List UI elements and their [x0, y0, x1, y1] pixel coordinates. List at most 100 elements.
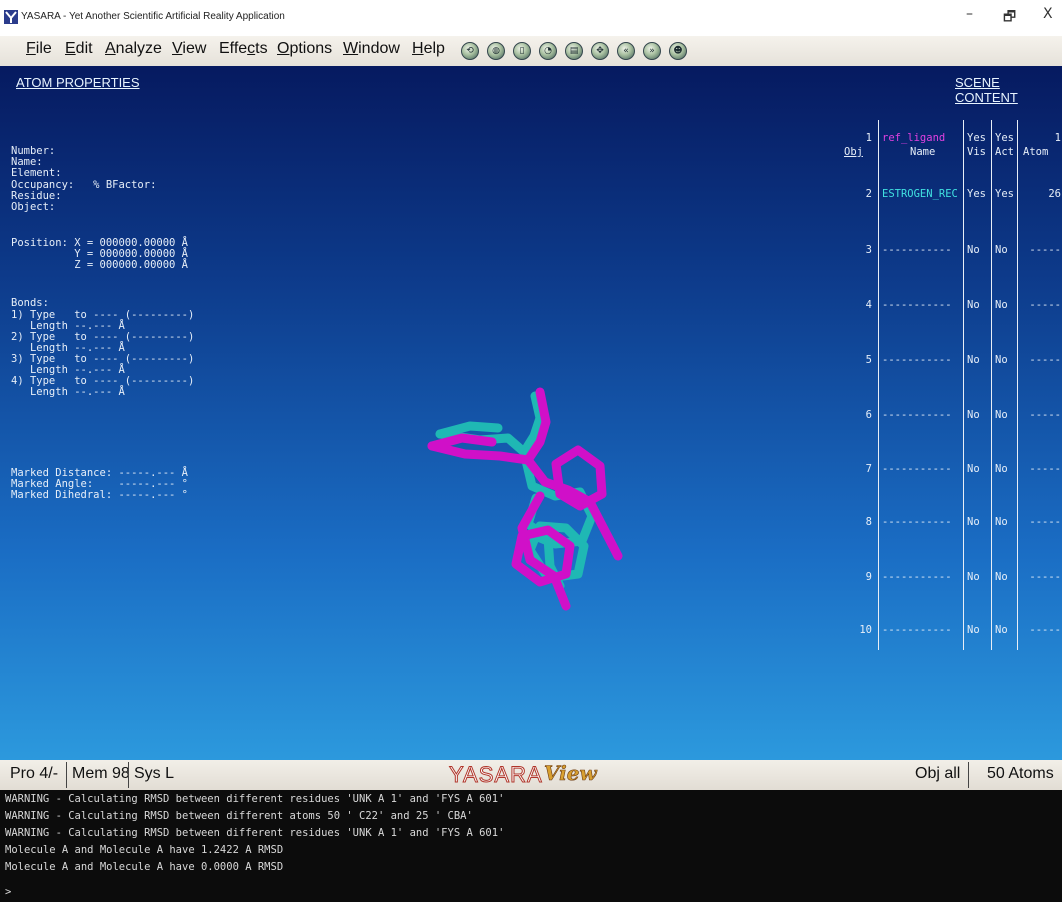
user-icon[interactable]: ☻: [669, 42, 687, 60]
menu-bar: File Edit Analyze View Effects Options W…: [0, 36, 1062, 66]
table-row[interactable]: 3 ----------- No No -----: [838, 244, 1062, 258]
menu-effects[interactable]: Effects: [219, 40, 268, 58]
row-name: -----------: [882, 571, 952, 583]
row-act[interactable]: No: [995, 624, 1008, 636]
row-obj: 3: [865, 244, 872, 256]
bonds-label: Bonds:: [11, 297, 49, 309]
row-act[interactable]: No: [995, 463, 1008, 475]
maximize-button[interactable]: 🗗: [1003, 6, 1016, 30]
row-vis[interactable]: No: [967, 299, 980, 311]
atom-properties-header[interactable]: ATOM PROPERTIES: [16, 75, 140, 90]
col-vis: Vis: [967, 146, 986, 158]
menu-options[interactable]: Options: [277, 40, 332, 58]
col-obj: Obj: [844, 146, 863, 158]
row-vis[interactable]: No: [967, 463, 980, 475]
title-bar: YASARA - Yet Another Scientific Artifici…: [0, 0, 1062, 36]
forward-icon[interactable]: »: [643, 42, 661, 60]
page-icon[interactable]: ▯: [513, 42, 531, 60]
minimize-button[interactable]: –: [966, 6, 973, 22]
bond-4-length: Length --.--- Å: [11, 386, 125, 398]
window-title: YASARA - Yet Another Scientific Artifici…: [21, 11, 285, 22]
console-line: Molecule A and Molecule A have 1.2422 A …: [5, 844, 284, 856]
row-vis[interactable]: No: [967, 516, 980, 528]
row-name: -----------: [882, 244, 952, 256]
row-act[interactable]: No: [995, 571, 1008, 583]
scene-content-header[interactable]: SCENE CONTENT: [955, 75, 1062, 105]
table-row[interactable]: 5 ----------- No No -----: [838, 354, 1062, 368]
row-atom: -----: [1029, 409, 1061, 421]
globe-icon[interactable]: ◍: [487, 42, 505, 60]
console-output[interactable]: WARNING - Calculating RMSD between diffe…: [0, 790, 1062, 902]
menu-edit[interactable]: Edit: [65, 40, 93, 58]
console-prompt[interactable]: >: [5, 886, 11, 898]
row-vis[interactable]: Yes: [967, 188, 986, 200]
reset-icon[interactable]: ⟲: [461, 42, 479, 60]
row-vis[interactable]: Yes: [967, 132, 986, 144]
row-atom: -----: [1029, 624, 1061, 636]
position-z: Z = 000000.00000 Å: [11, 259, 189, 271]
table-row[interactable]: 7 ----------- No No -----: [838, 463, 1062, 477]
row-name: -----------: [882, 409, 952, 421]
table-row[interactable]: 10 ----------- No No -----: [838, 624, 1062, 638]
table-row[interactable]: 6 ----------- No No -----: [838, 409, 1062, 423]
row-name: -----------: [882, 624, 952, 636]
table-row[interactable]: 9 ----------- No No -----: [838, 571, 1062, 585]
row-atom: -----: [1029, 571, 1061, 583]
console-line: WARNING - Calculating RMSD between diffe…: [5, 793, 505, 805]
table-row[interactable]: 2 ESTROGEN_REC Yes Yes 26: [838, 188, 1062, 202]
row-vis[interactable]: No: [967, 409, 980, 421]
row-act[interactable]: No: [995, 354, 1008, 366]
atoms-indicator: 50 Atoms: [987, 765, 1054, 782]
row-vis[interactable]: No: [967, 624, 980, 636]
3d-viewport[interactable]: ATOM PROPERTIES SCENE CONTENT Number: Na…: [0, 66, 1062, 760]
row-obj: 7: [865, 463, 872, 475]
menu-help[interactable]: Help: [412, 40, 445, 58]
table-row[interactable]: 1 ref_ligand Yes Yes 1: [838, 132, 1062, 146]
yasara-logo: YASARA: [449, 762, 543, 788]
row-obj: 1: [865, 132, 872, 144]
row-atom: -----: [1029, 516, 1061, 528]
console-line: WARNING - Calculating RMSD between diffe…: [5, 810, 473, 822]
molecule-view[interactable]: [420, 376, 640, 616]
row-vis[interactable]: No: [967, 571, 980, 583]
row-name: -----------: [882, 516, 952, 528]
mem-indicator: Mem 98: [72, 765, 130, 782]
lock-icon[interactable]: ▤: [565, 42, 583, 60]
status-bar: Pro 4/- Mem 98 Sys L YASARA View Obj all…: [0, 760, 1062, 790]
col-act: Act: [995, 146, 1014, 158]
row-name: ESTROGEN_REC: [882, 188, 958, 200]
divider: [66, 762, 67, 788]
row-atom: -----: [1029, 299, 1061, 311]
row-obj: 6: [865, 409, 872, 421]
row-atom: -----: [1029, 463, 1061, 475]
move-icon[interactable]: ✥: [591, 42, 609, 60]
col-name: Name: [910, 146, 936, 158]
row-obj: 2: [865, 188, 872, 200]
row-act[interactable]: No: [995, 299, 1008, 311]
rewind-icon[interactable]: «: [617, 42, 635, 60]
obj-indicator: Obj all: [915, 765, 961, 782]
scene-content-table: Obj Name Vis Act Atom 1 ref_ligand Yes Yes 1…: [838, 116, 1062, 661]
row-atom: -----: [1029, 354, 1061, 366]
element-label: Element:: [11, 167, 62, 179]
menu-analyze[interactable]: Analyze: [105, 40, 162, 58]
row-vis[interactable]: No: [967, 354, 980, 366]
close-button[interactable]: X: [1043, 6, 1053, 22]
row-act[interactable]: Yes: [995, 132, 1014, 144]
row-act[interactable]: No: [995, 244, 1008, 256]
menu-view[interactable]: View: [172, 40, 206, 58]
menu-window[interactable]: Window: [343, 40, 400, 58]
sys-indicator: Sys L: [134, 765, 175, 782]
console-line: Molecule A and Molecule A have 0.0000 A …: [5, 861, 284, 873]
menu-file[interactable]: File: [26, 40, 52, 58]
table-row[interactable]: 4 ----------- No No -----: [838, 299, 1062, 313]
row-obj: 4: [865, 299, 872, 311]
marked-dihedral: Marked Dihedral: -----.--- °: [11, 489, 189, 501]
row-act[interactable]: Yes: [995, 188, 1014, 200]
row-atom: 1: [1054, 132, 1061, 144]
table-row[interactable]: 8 ----------- No No -----: [838, 516, 1062, 530]
row-vis[interactable]: No: [967, 244, 980, 256]
gauge-icon[interactable]: ◔: [539, 42, 557, 60]
row-act[interactable]: No: [995, 409, 1008, 421]
row-act[interactable]: No: [995, 516, 1008, 528]
